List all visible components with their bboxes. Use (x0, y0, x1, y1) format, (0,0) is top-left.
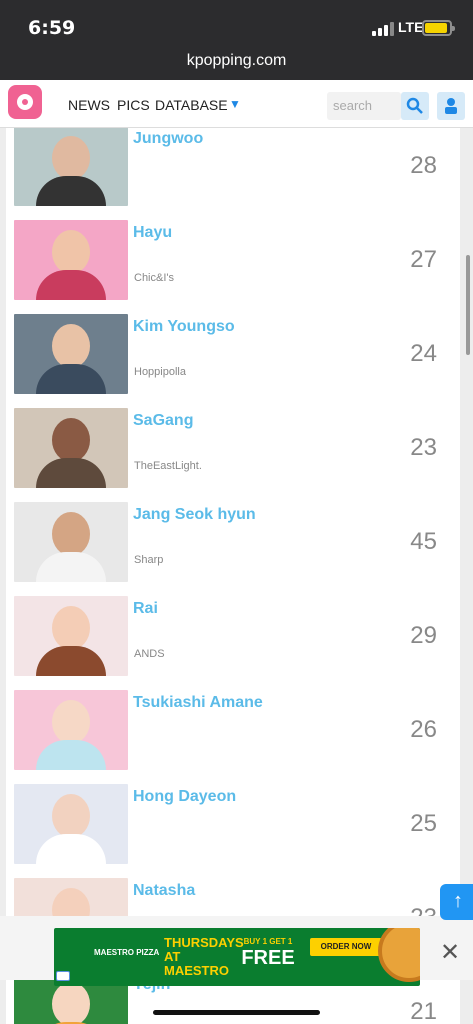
idol-photo[interactable] (14, 596, 128, 676)
idol-score: 27 (410, 246, 437, 273)
idol-photo[interactable] (14, 314, 128, 394)
idol-score: 45 (410, 528, 437, 555)
idol-group[interactable]: Chic&I's (134, 272, 174, 284)
idol-photo[interactable] (14, 220, 128, 300)
ad-brand: MAESTRO PIZZA (94, 948, 160, 957)
list-item[interactable]: Hayu Chic&I's 27 (6, 220, 460, 314)
idol-score: 23 (410, 434, 437, 461)
search-button[interactable] (401, 92, 429, 120)
signal-icon (372, 22, 394, 36)
idol-score: 26 (410, 716, 437, 743)
idol-name[interactable]: Hayu (133, 224, 172, 242)
idol-name[interactable]: Tsukiashi Amane (133, 694, 263, 712)
clock: 6:59 (28, 17, 76, 39)
idol-list: Jungwoo 28 Hayu Chic&I's 27 Kim Youngso … (6, 128, 460, 1024)
idol-photo[interactable] (14, 128, 128, 206)
user-icon (445, 98, 457, 114)
idol-score: 21 (410, 998, 437, 1024)
idol-name[interactable]: Jungwoo (133, 130, 203, 148)
list-item[interactable]: SaGang TheEastLight. 23 (6, 408, 460, 502)
nav-pics[interactable]: PICS (117, 97, 150, 113)
chevron-down-icon[interactable]: ▼ (229, 97, 241, 111)
idol-photo[interactable] (14, 502, 128, 582)
search-icon (406, 97, 423, 114)
pizza-image (378, 928, 420, 982)
search-input[interactable]: search (327, 92, 401, 120)
kpopping-logo[interactable] (8, 85, 42, 119)
home-indicator (153, 1010, 320, 1015)
idol-name[interactable]: Rai (133, 600, 158, 618)
idol-score: 24 (410, 340, 437, 367)
idol-photo[interactable] (14, 408, 128, 488)
battery-icon (422, 20, 455, 36)
idol-group[interactable]: TheEastLight. (134, 460, 202, 472)
url-bar[interactable]: kpopping.com (0, 52, 473, 70)
idol-score: 29 (410, 622, 437, 649)
idol-score: 25 (410, 810, 437, 837)
status-bar: 6:59 LTE kpopping.com (0, 0, 473, 80)
list-item[interactable]: Hong Dayeon 25 (6, 784, 460, 878)
idol-group[interactable]: Sharp (134, 554, 163, 566)
idol-name[interactable]: Jang Seok hyun (133, 506, 256, 524)
idol-group[interactable]: Hoppipolla (134, 366, 186, 378)
idol-photo[interactable] (14, 690, 128, 770)
user-button[interactable] (437, 92, 465, 120)
list-item[interactable]: Tsukiashi Amane 26 (6, 690, 460, 784)
idol-name[interactable]: Kim Youngso (133, 318, 235, 336)
idol-group[interactable]: ANDS (134, 648, 165, 660)
nav-database[interactable]: DATABASE (155, 97, 228, 113)
list-item[interactable]: Rai ANDS 29 (6, 596, 460, 690)
idol-name[interactable]: SaGang (133, 412, 193, 430)
network-type: LTE (398, 19, 424, 35)
idol-score: 28 (410, 152, 437, 179)
ad-banner[interactable]: MAESTRO PIZZA THURSDAYS AT MAESTRO BUY 1… (54, 928, 420, 986)
site-header: NEWS PICS DATABASE ▼ search (0, 80, 473, 128)
arrow-up-icon: ↑ (453, 890, 463, 912)
nav-news[interactable]: NEWS (68, 97, 110, 113)
ad-cta-button[interactable]: ORDER NOW (310, 938, 382, 956)
idol-photo[interactable] (14, 784, 128, 864)
close-icon[interactable]: ✕ (440, 938, 460, 967)
list-item[interactable]: Kim Youngso Hoppipolla 24 (6, 314, 460, 408)
scrollbar[interactable] (466, 255, 470, 355)
list-item[interactable]: Jang Seok hyun Sharp 45 (6, 502, 460, 596)
ad-offer: BUY 1 GET 1 FREE (241, 937, 295, 969)
list-item[interactable]: Jungwoo 28 (6, 128, 460, 220)
ad-info-icon[interactable] (56, 971, 70, 981)
ad-banner-container: MAESTRO PIZZA THURSDAYS AT MAESTRO BUY 1… (0, 916, 473, 986)
ad-headline: THURSDAYS AT MAESTRO (164, 935, 244, 978)
scroll-to-top-button[interactable]: ↑ (440, 884, 473, 920)
idol-name[interactable]: Hong Dayeon (133, 788, 236, 806)
idol-name[interactable]: Natasha (133, 882, 195, 900)
